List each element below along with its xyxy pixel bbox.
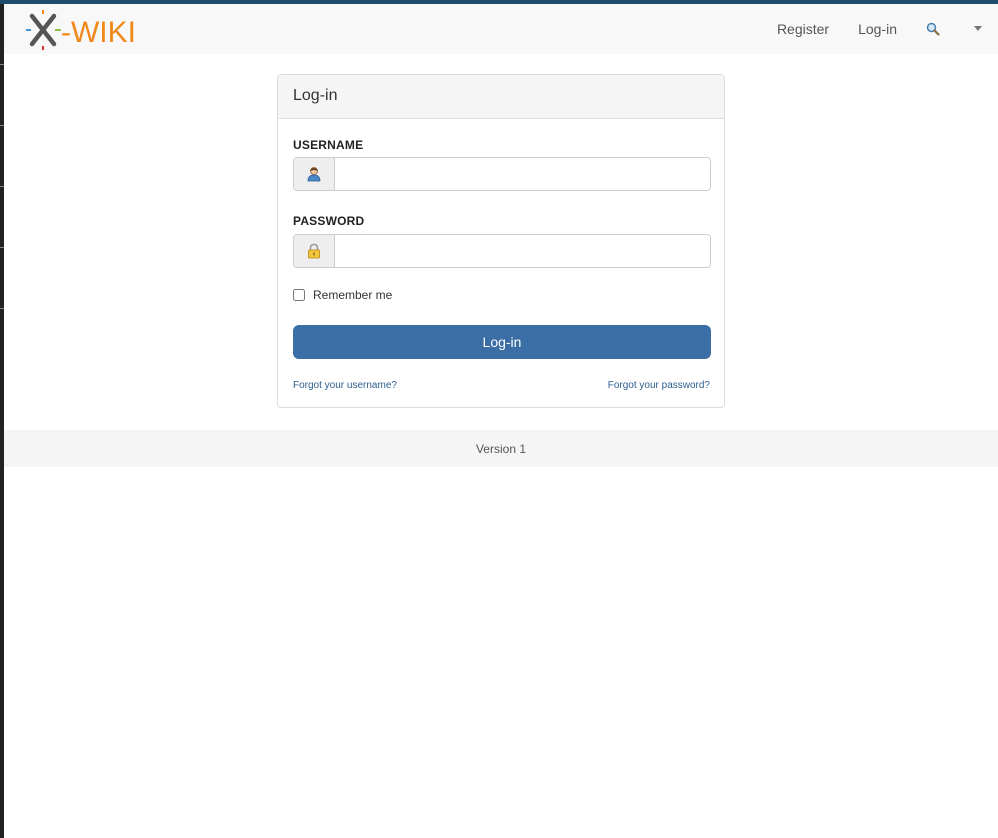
password-label: PASSWORD	[293, 214, 365, 228]
logo-x-mark	[26, 10, 61, 50]
register-link[interactable]: Register	[777, 21, 829, 37]
username-input[interactable]	[335, 158, 710, 190]
xwiki-login-page: -WIKI Register Log-in Log-in USERNAME PA…	[0, 0, 998, 838]
forgot-password-link[interactable]: Forgot your password?	[608, 380, 710, 391]
left-window-edge	[0, 4, 4, 838]
top-navbar: -WIKI Register Log-in	[4, 4, 998, 54]
user-icon	[294, 158, 335, 190]
caret-down-icon[interactable]	[974, 26, 982, 32]
footer: Version 1	[4, 430, 998, 467]
remember-me-checkbox[interactable]	[293, 289, 305, 301]
username-input-group	[293, 157, 711, 191]
version-text: Version 1	[475, 441, 527, 456]
remember-me-label: Remember me	[313, 288, 393, 302]
logo-text: -WIKI	[61, 16, 136, 49]
nav-links: Register Log-in	[748, 4, 982, 54]
password-input[interactable]	[335, 235, 710, 267]
search-icon[interactable]	[926, 22, 940, 36]
login-panel: Log-in USERNAME PASSWORD Remember me Log…	[277, 74, 725, 408]
remember-me[interactable]: Remember me	[293, 288, 392, 302]
lock-icon	[294, 235, 335, 267]
password-input-group	[293, 234, 711, 268]
login-submit-button[interactable]: Log-in	[293, 325, 711, 359]
login-link[interactable]: Log-in	[858, 21, 897, 37]
panel-title: Log-in	[278, 75, 724, 119]
xwiki-logo[interactable]: -WIKI	[26, 10, 146, 50]
forgot-username-link[interactable]: Forgot your username?	[293, 380, 397, 391]
username-label: USERNAME	[293, 138, 364, 152]
